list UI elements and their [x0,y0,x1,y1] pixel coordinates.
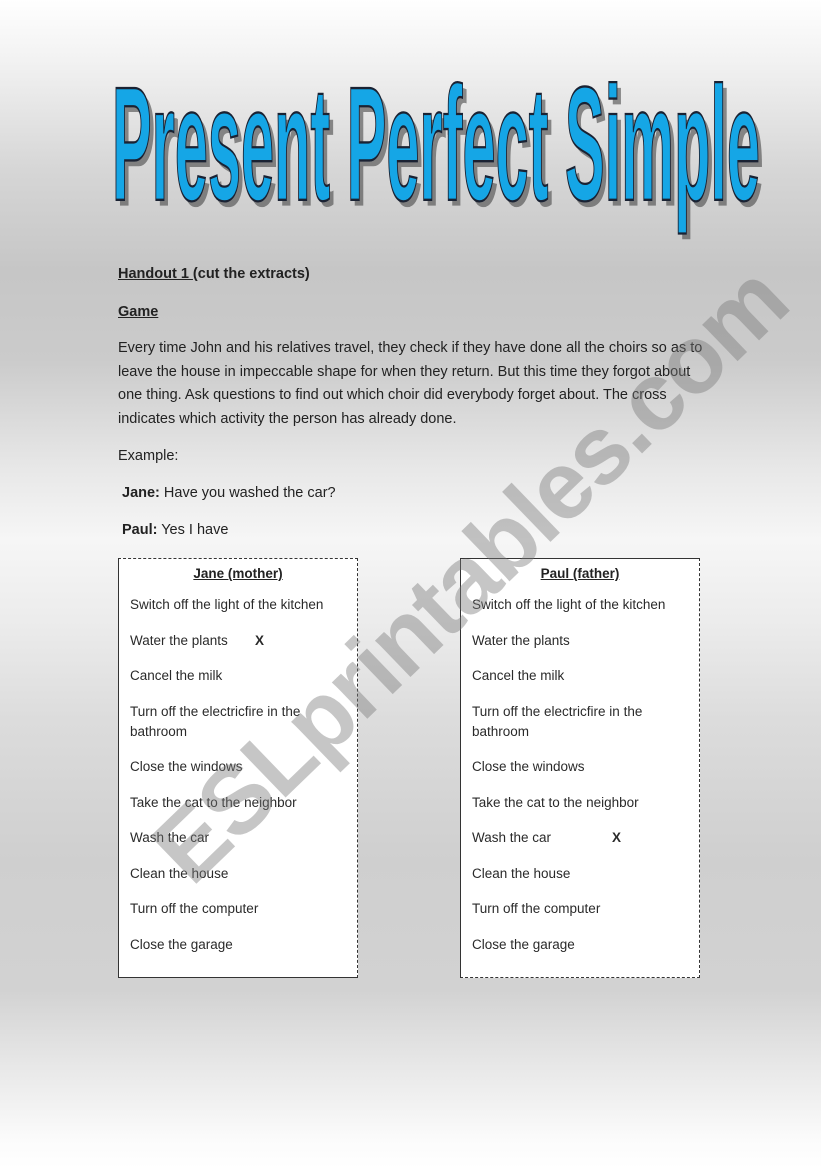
chore-item: Switch off the light of the kitchen [130,597,324,612]
chore-list: Switch off the light of the kitchen Wate… [130,595,357,955]
dialogue-text: Have you washed the car? [159,485,336,501]
card-title: Jane (mother) [193,566,283,581]
chore-item: Water the plants X [130,631,345,651]
speaker-name: Paul: [122,522,158,538]
chore-item: Take the cat to the neighbor [472,794,639,810]
example-line: Jane: Have you washed the car? [122,482,336,505]
chore-item: Close the windows [472,759,585,774]
chore-item: Cancel the milk [472,668,565,683]
chore-item: Close the windows [130,759,243,774]
example-line: Paul: Yes I have [122,519,228,542]
chore-item: Switch off the light of the kitchen [472,597,666,612]
page-title: Present Perfect Simple Present Perfect S… [111,52,772,248]
card-title: Paul (father) [540,566,620,581]
chore-item: Water the plants [472,632,570,648]
card-jane: Jane (mother) Switch off the light of th… [118,558,358,978]
speaker-name: Jane: [122,485,160,501]
chore-item: Close the garage [130,936,233,952]
cross-mark: X [255,632,265,648]
chore-item: Turn off the electricfire in the bathroo… [130,703,301,739]
page-title-text: Present Perfect Simple [112,53,760,235]
chore-item: Wash the car [130,830,210,845]
handout-label: Handout 1 [118,266,193,282]
example-label: Example: [118,448,179,464]
cross-mark: X [612,830,622,845]
handout-note: (cut the extracts) [192,266,310,282]
dialogue-text: Yes I have [157,522,229,538]
chore-item: Turn off the electricfire in the bathroo… [472,703,643,739]
chore-list: Switch off the light of the kitchen Wate… [472,595,699,955]
chore-item: Close the garage [472,936,575,952]
chore-item: Turn off the computer [130,901,259,916]
chore-item: Clean the house [130,865,229,881]
section-heading: Game [118,304,159,320]
chore-item: Clean the house [472,865,571,881]
chore-item: Wash the car X [472,828,687,848]
chore-item: Take the cat to the neighbor [130,794,297,810]
chore-item: Cancel the milk [130,668,223,683]
chore-item: Turn off the computer [472,901,601,916]
handout-heading: Handout 1 (cut the extracts) [118,263,310,286]
instructions-paragraph: Every time John and his relatives travel… [118,340,703,427]
card-paul: Paul (father) Switch off the light of th… [460,558,700,978]
